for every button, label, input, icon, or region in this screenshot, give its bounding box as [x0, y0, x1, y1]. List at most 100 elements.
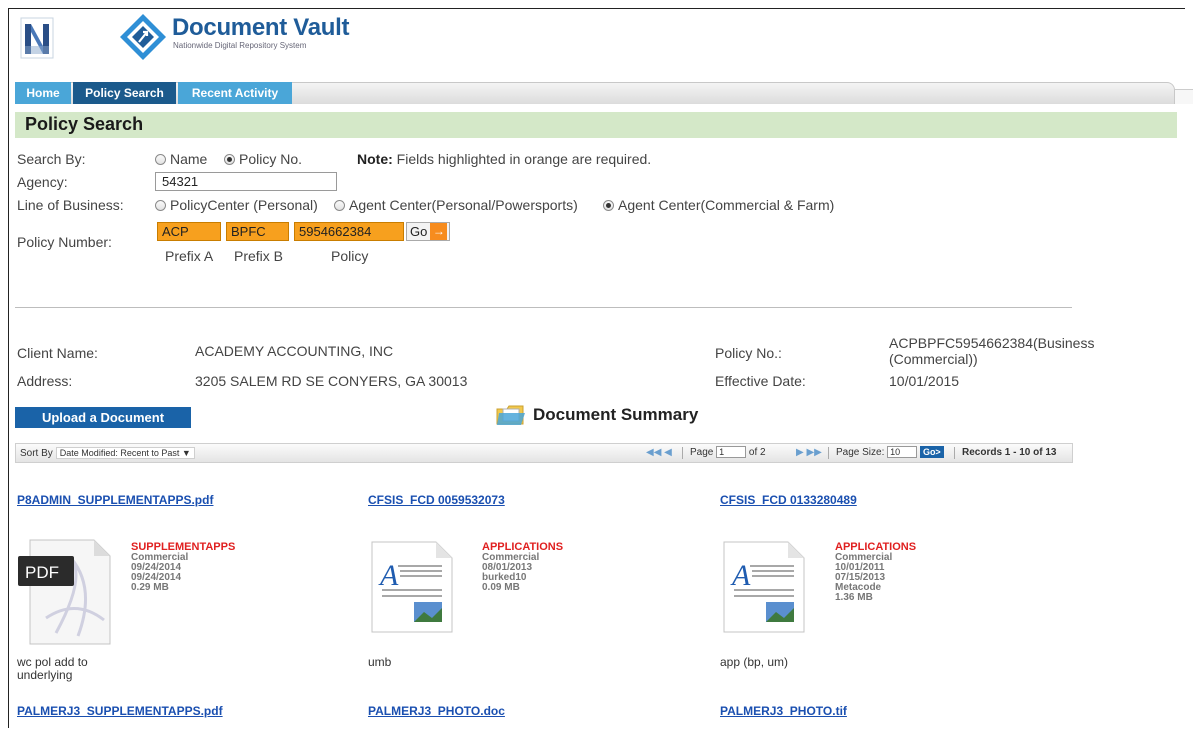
search-by-policy-option[interactable]: Policy No.: [224, 151, 302, 167]
pdf-file-icon[interactable]: PDF: [16, 538, 112, 646]
policy-input[interactable]: [294, 222, 404, 241]
go-button-label: Go: [410, 224, 428, 239]
policy-number-label: Policy Number:: [17, 234, 112, 250]
document-meta: SUPPLEMENTAPPS Commercial 09/24/2014 09/…: [131, 542, 235, 593]
lob-agent-commercial-radio[interactable]: [603, 199, 614, 211]
app-subtitle: Nationwide Digital Repository System: [173, 41, 307, 50]
search-by-policy-text: Policy No.: [239, 151, 303, 167]
lob-agent-personal-radio[interactable]: [334, 199, 345, 211]
tab-policy-search[interactable]: Policy Search: [73, 82, 176, 104]
lob-agent-commercial-text: Agent Center(Commercial & Farm): [618, 197, 835, 213]
page-size-input[interactable]: 10: [887, 446, 918, 459]
pager-first-prev: ◀◀ ◀: [646, 444, 672, 462]
upload-document-button[interactable]: Upload a Document: [15, 407, 191, 428]
policy-no-label: Policy No.:: [715, 345, 782, 361]
sort-by-select[interactable]: Date Modified: Recent to Past ▼: [55, 447, 195, 459]
lob-agent-personal-text: Agent Center(Personal/Powersports): [349, 197, 578, 213]
document-link[interactable]: PALMERJ3_PHOTO.tif: [720, 704, 847, 718]
search-by-name-radio[interactable]: [155, 153, 166, 165]
address-label: Address:: [17, 373, 73, 389]
document-desc-line1: umb: [368, 655, 392, 669]
next-page-icon[interactable]: ▶: [796, 447, 804, 458]
page-label: Page: [690, 447, 714, 458]
document-category: SUPPLEMENTAPPS: [131, 541, 236, 553]
divider: [15, 307, 1072, 308]
svg-text:A: A: [378, 559, 399, 592]
prev-page-icon[interactable]: ◀: [664, 447, 672, 458]
page-count: of 2: [748, 447, 766, 458]
document-file-icon[interactable]: A: [722, 540, 806, 634]
grid-toolbar: Sort By Date Modified: Recent to Past ▼ ◀…: [15, 443, 1073, 463]
document-link[interactable]: CFSIS_FCD 0059532073: [368, 493, 505, 507]
document-summary-header: Document Summary: [495, 403, 698, 427]
document-link[interactable]: CFSIS_FCD 0133280489: [720, 493, 857, 507]
policy-no-value-line1: ACPBPFC5954662384(Business: [889, 335, 1095, 351]
first-page-icon[interactable]: ◀◀: [646, 447, 661, 458]
document-line4: 0.29 MB: [131, 582, 169, 593]
separator: [682, 447, 683, 459]
document-vault-logo-icon: [120, 14, 166, 60]
required-note: Note: Fields highlighted in orange are r…: [357, 151, 651, 167]
prefix-a-caption: Prefix A: [165, 248, 214, 264]
client-name-value: ACADEMY ACCOUNTING, INC: [195, 343, 394, 359]
svg-text:A: A: [730, 559, 751, 592]
tab-home[interactable]: Home: [15, 82, 71, 104]
document-meta: APPLICATIONS Commercial 08/01/2013 burke…: [482, 542, 563, 593]
document-link[interactable]: P8ADMIN_SUPPLEMENTAPPS.pdf: [17, 493, 213, 507]
lob-policycenter-radio[interactable]: [155, 199, 166, 211]
prefix-a-input[interactable]: [157, 222, 221, 241]
section-header-bar: [15, 112, 1177, 138]
document-summary-title: Document Summary: [533, 405, 699, 424]
search-by-policy-radio[interactable]: [224, 153, 235, 165]
lob-agent-commercial-option[interactable]: Agent Center(Commercial & Farm): [603, 197, 834, 213]
effective-date-label: Effective Date:: [715, 373, 806, 389]
address-value: 3205 SALEM RD SE CONYERS, GA 30013: [195, 373, 468, 389]
separator: [828, 447, 829, 459]
sort-by-control: Sort By Date Modified: Recent to Past ▼: [20, 444, 195, 462]
document-desc-line1: app (bp, um): [720, 655, 789, 669]
sort-by-value: Date Modified: Recent to Past: [59, 448, 180, 458]
tab-bar-edge: [1175, 89, 1193, 104]
lob-policycenter-option[interactable]: PolicyCenter (Personal): [155, 197, 318, 213]
line-of-business-label: Line of Business:: [17, 197, 124, 213]
document-description: wc pol add to underlying: [17, 656, 88, 682]
folder-icon: [496, 405, 525, 425]
page-size-label: Page Size:: [836, 447, 885, 458]
sort-by-label: Sort By: [20, 448, 53, 459]
records-count: Records 1 - 10 of 13: [962, 447, 1057, 458]
agency-input[interactable]: [155, 172, 337, 191]
document-category: APPLICATIONS: [482, 541, 564, 553]
page-input[interactable]: 1: [716, 446, 747, 459]
lob-policycenter-text: PolicyCenter (Personal): [170, 197, 318, 213]
pdf-label: PDF: [25, 563, 59, 582]
separator: [954, 447, 955, 459]
document-meta: APPLICATIONS Commercial 10/01/2011 07/15…: [835, 542, 916, 603]
search-by-label: Search By:: [17, 151, 86, 167]
client-name-label: Client Name:: [17, 345, 98, 361]
document-desc-line2: underlying: [17, 668, 73, 682]
search-by-name-option[interactable]: Name: [155, 151, 207, 167]
document-description: app (bp, um): [720, 656, 788, 669]
effective-date-value: 10/01/2015: [889, 373, 960, 389]
agency-label: Agency:: [17, 174, 68, 190]
policy-caption: Policy: [331, 248, 369, 264]
tab-recent-activity[interactable]: Recent Activity: [178, 82, 292, 104]
lob-agent-personal-option[interactable]: Agent Center(Personal/Powersports): [334, 197, 578, 213]
pager-next-last: ▶ ▶▶: [796, 444, 822, 462]
last-page-icon[interactable]: ▶▶: [806, 447, 821, 458]
page-size-control: Page Size: 10 Go>: [836, 444, 944, 462]
note-bold: Note:: [357, 151, 393, 167]
page-size-go-button[interactable]: Go>: [919, 446, 944, 459]
page-title: Policy Search: [25, 114, 144, 134]
document-description: umb: [368, 656, 391, 669]
document-file-icon[interactable]: A: [370, 540, 454, 634]
document-link[interactable]: PALMERJ3_SUPPLEMENTAPPS.pdf: [17, 704, 223, 718]
go-button[interactable]: Go →: [406, 222, 450, 241]
document-link[interactable]: PALMERJ3_PHOTO.doc: [368, 704, 505, 718]
document-category: APPLICATIONS: [835, 541, 917, 553]
app-title: Document Vault: [172, 14, 350, 41]
policy-no-value-line2: (Commercial)): [889, 351, 978, 367]
document-line5: 1.36 MB: [835, 592, 873, 603]
nationwide-logo-icon: [20, 17, 54, 59]
prefix-b-input[interactable]: [226, 222, 289, 241]
